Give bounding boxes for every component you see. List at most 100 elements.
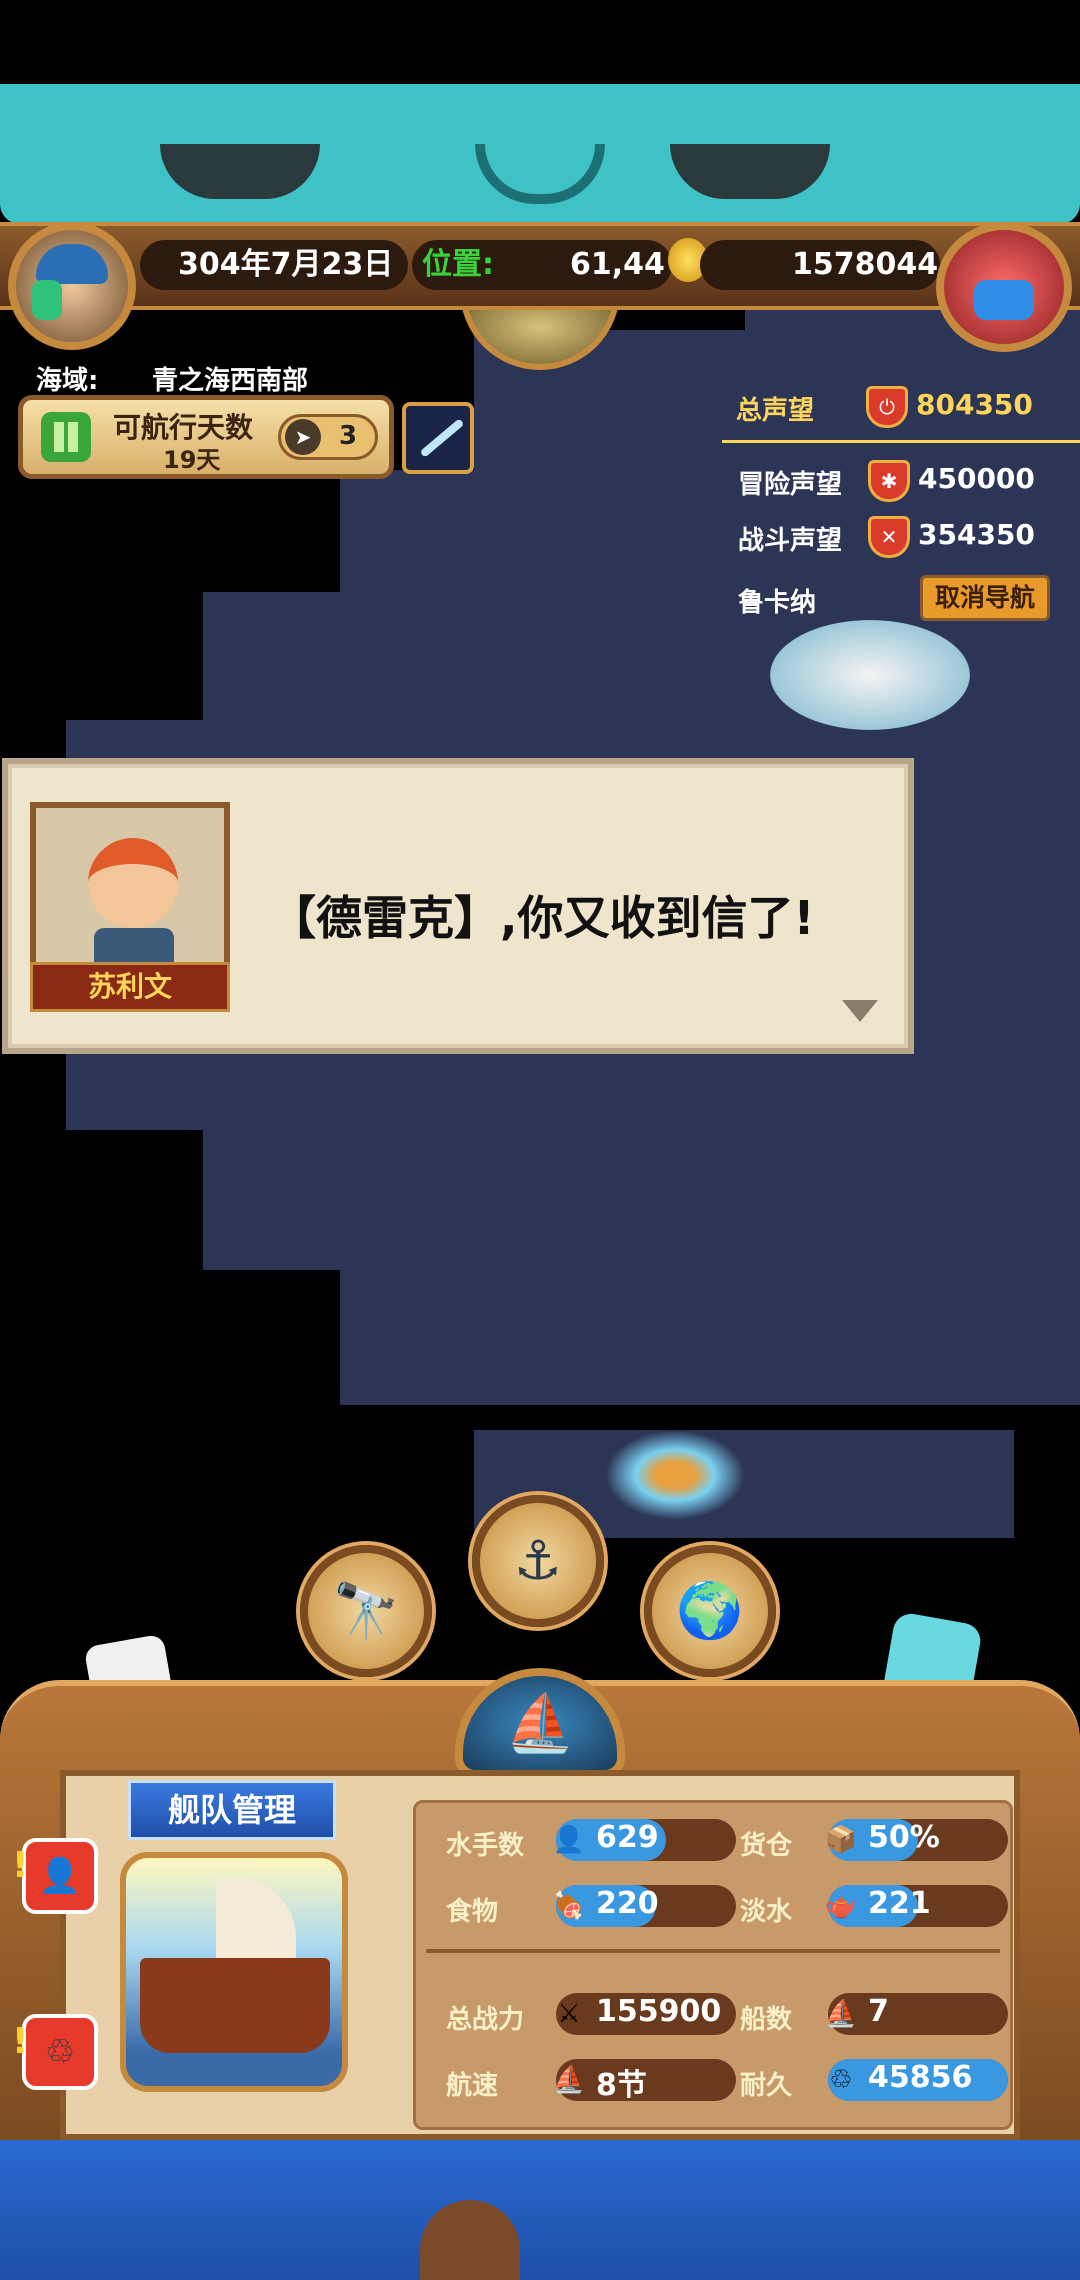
position-label: 位置: xyxy=(422,247,494,282)
cancel-navigation-button[interactable]: 取消导航 xyxy=(920,575,1050,621)
food-value: 220 xyxy=(596,1886,659,1921)
floating-crate[interactable] xyxy=(605,1430,745,1520)
cargo-bar[interactable]: 📦 50% xyxy=(825,1819,1008,1861)
creature-mouth xyxy=(475,144,605,204)
adventure-reputation-icon: ✱ xyxy=(868,460,910,502)
position-pill: 位置: 61,44 xyxy=(412,240,672,290)
wreath-icon: ♲ xyxy=(829,2065,853,2095)
sailor-icon: 👤 xyxy=(552,1825,586,1855)
ship-sail xyxy=(216,1878,296,1958)
anchor-button[interactable]: ⚓ xyxy=(472,1495,604,1627)
sea-map xyxy=(340,1270,1080,1405)
cargo-value: 50% xyxy=(868,1820,940,1855)
gold-amount: 1578044 xyxy=(792,247,939,282)
sea-map xyxy=(203,1130,1080,1270)
fleet-management-title[interactable]: 舰队管理 xyxy=(128,1780,336,1840)
battle-reputation-icon: ✕ xyxy=(868,516,910,558)
gems-icon xyxy=(974,280,1034,320)
gold-pill: 1578044 xyxy=(700,240,940,290)
anchor-icon: ⚓ xyxy=(513,1529,563,1592)
ships-label: 船数 xyxy=(740,2005,793,2035)
position-value: 61,44 xyxy=(570,247,665,282)
sea-map xyxy=(474,330,774,720)
sea-map xyxy=(203,592,353,722)
adventure-reputation-value: 450000 xyxy=(918,462,1035,495)
alert-icon: ! xyxy=(12,1845,29,1886)
repair-button[interactable]: ! ♲ xyxy=(12,2014,98,2090)
total-power-value: 155900 xyxy=(596,1994,722,2029)
durability-value: 45856 xyxy=(868,2060,973,2095)
player-avatar[interactable] xyxy=(8,222,136,350)
water-jug-icon: 🫖 xyxy=(824,1891,858,1921)
stats-divider xyxy=(426,1949,1000,1953)
sail-days-value: 19天 xyxy=(163,446,221,474)
water-value: 221 xyxy=(868,1886,931,1921)
creature-eye-right xyxy=(670,144,830,199)
sailors-value: 629 xyxy=(596,1820,659,1855)
dialog-message: 【德雷克】,你又收到信了! xyxy=(270,891,815,945)
speed-bar: ⛵ 8节 xyxy=(553,2059,736,2103)
navigation-count[interactable]: ➤ 3 xyxy=(278,414,378,460)
treasure-chest-button[interactable] xyxy=(936,222,1072,352)
durability-bar[interactable]: ♲ 45856 xyxy=(828,2059,1008,2101)
food-bar[interactable]: 🍖 220 xyxy=(553,1885,736,1927)
total-reputation-label: 总声望 xyxy=(736,396,815,426)
battle-reputation-value: 354350 xyxy=(918,518,1035,551)
sea-area-label: 海域: xyxy=(36,366,99,396)
sea-area-value: 青之海西南部 xyxy=(152,366,309,396)
navigation-count-value: 3 xyxy=(339,421,358,451)
crew-button[interactable]: ! 👤 xyxy=(12,1838,98,1914)
world-map-button[interactable]: 🌍 xyxy=(644,1545,776,1677)
ship-hull xyxy=(140,1958,330,2053)
sea-strip xyxy=(0,2140,1080,2280)
destination-label: 鲁卡纳 xyxy=(738,588,817,618)
dialog-next-icon[interactable] xyxy=(842,1000,878,1022)
boat-icon: ⛵ xyxy=(824,1999,858,2029)
reputation-divider xyxy=(722,440,1080,443)
sailors-bar[interactable]: 👤 629 xyxy=(553,1819,736,1861)
island-icon[interactable] xyxy=(770,620,970,730)
food-label: 食物 xyxy=(446,1897,499,1927)
speaker-name: 苏利文 xyxy=(30,962,230,1012)
fleet-stats: 水手数 👤 629 货仓 📦 50% 食物 🍖 220 淡水 🫖 221 总战力… xyxy=(413,1800,1013,2130)
wreath-icon: ♲ xyxy=(44,2032,76,2072)
cargo-label: 货仓 xyxy=(740,1831,793,1861)
globe-icon: 🌍 xyxy=(676,1579,744,1642)
hat-icon xyxy=(36,244,108,284)
water-label: 淡水 xyxy=(740,1897,793,1927)
ships-bar: ⛵ 7 xyxy=(825,1993,1008,2035)
water-bar[interactable]: 🫖 221 xyxy=(825,1885,1008,1927)
dialog-box[interactable]: 苏利文 【德雷克】,你又收到信了! xyxy=(2,758,914,1054)
total-power-label: 总战力 xyxy=(446,2005,525,2035)
comet-skill-button[interactable] xyxy=(402,402,474,474)
meat-icon: 🍖 xyxy=(552,1891,586,1921)
spyglass-icon: 🔭 xyxy=(332,1579,400,1642)
creature-eye-left xyxy=(160,144,320,199)
sailor-icon: 👤 xyxy=(38,1856,82,1896)
ship-icon: ⛵ xyxy=(505,1691,575,1756)
swords-icon: ⚔ xyxy=(557,1999,581,2029)
ships-value: 7 xyxy=(868,1994,889,2029)
adventure-reputation-label: 冒险声望 xyxy=(738,470,843,500)
speaker-head xyxy=(88,838,178,928)
speed-value: 8节 xyxy=(596,2068,647,2103)
crate-icon: 📦 xyxy=(824,1825,858,1855)
navigation-arrow-icon: ➤ xyxy=(285,419,321,455)
comet-icon xyxy=(419,418,465,458)
pause-icon[interactable] xyxy=(41,412,91,462)
game-date: 304年7月23日 xyxy=(178,247,394,282)
status-bar: 304年7月23日 位置: 61,44 1578044 xyxy=(0,222,1080,310)
durability-label: 耐久 xyxy=(740,2071,793,2101)
total-reputation-icon: ⏻ xyxy=(866,386,908,428)
top-creature-decoration xyxy=(0,84,1080,224)
hair-decoration xyxy=(32,280,62,320)
total-power-bar: ⚔ 155900 xyxy=(556,1993,736,2035)
sail-days-panel: 可航行天数 19天 ➤ 3 xyxy=(18,395,394,479)
flagship-image[interactable] xyxy=(120,1852,348,2092)
date-pill: 304年7月23日 xyxy=(140,240,408,290)
speed-label: 航速 xyxy=(446,2071,499,2101)
sailors-label: 水手数 xyxy=(446,1831,525,1861)
spyglass-button[interactable]: 🔭 xyxy=(300,1545,432,1677)
total-reputation-value: 804350 xyxy=(916,388,1033,421)
alert-icon: ! xyxy=(12,2021,29,2062)
